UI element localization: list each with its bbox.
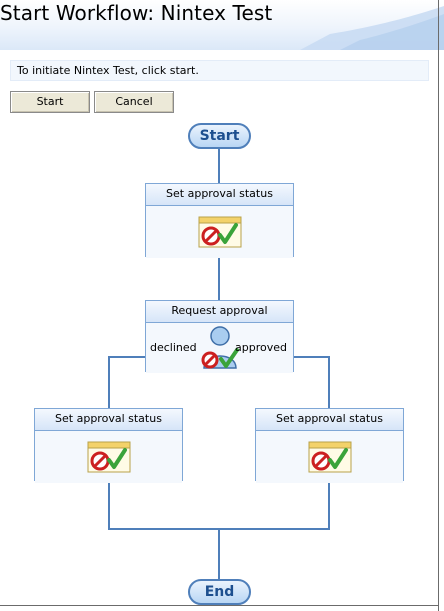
start-node[interactable]: Start <box>188 123 251 149</box>
action-title: Set approval status <box>256 409 403 431</box>
action-set-approval-status-approved[interactable]: Set approval status <box>255 408 404 483</box>
connector-merge <box>108 481 330 530</box>
action-set-approval-status-declined[interactable]: Set approval status <box>34 408 183 483</box>
branch-label-approved: approved <box>235 341 287 354</box>
branch-label-declined: declined <box>150 341 197 354</box>
approval-status-icon <box>198 216 241 248</box>
connector-declined-branch <box>108 356 145 408</box>
end-node[interactable]: End <box>188 579 251 605</box>
connector-approved-branch <box>294 356 330 408</box>
action-title: Request approval <box>146 301 293 323</box>
frame-border-bottom <box>0 605 439 606</box>
approval-status-icon <box>87 441 130 473</box>
action-request-approval[interactable]: Request approval declined approved <box>145 300 294 373</box>
action-set-approval-status[interactable]: Set approval status <box>145 183 294 258</box>
frame-border-right <box>438 0 439 611</box>
action-title: Set approval status <box>146 184 293 206</box>
workflow-diagram: Start Set approval status Request approv… <box>0 0 444 611</box>
action-title: Set approval status <box>35 409 182 431</box>
approval-status-icon <box>308 441 351 473</box>
